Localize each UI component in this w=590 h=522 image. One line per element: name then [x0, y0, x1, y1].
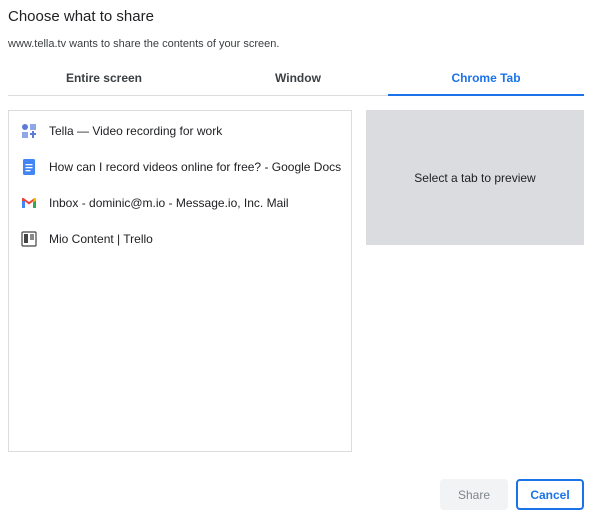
list-item[interactable]: Tella — Video recording for work: [9, 113, 351, 149]
list-item-label: How can I record videos online for free?…: [49, 160, 342, 174]
share-source-tabs: Entire screen Window Chrome Tab: [8, 62, 584, 96]
tab-preview-pane: Select a tab to preview: [366, 110, 584, 245]
tab-window[interactable]: Window: [204, 62, 392, 95]
chrome-tab-list: Tella — Video recording for work How can…: [8, 110, 352, 452]
tab-chrome-tab[interactable]: Chrome Tab: [388, 62, 584, 96]
preview-placeholder-text: Select a tab to preview: [414, 170, 536, 185]
trello-icon: [21, 231, 37, 247]
gmail-icon: [21, 195, 37, 211]
list-item-label: Tella — Video recording for work: [49, 124, 223, 138]
google-docs-icon: [21, 159, 37, 175]
share-button[interactable]: Share: [440, 479, 508, 510]
list-item[interactable]: How can I record videos online for free?…: [9, 149, 351, 185]
dialog-title: Choose what to share: [8, 8, 154, 25]
dialog-subtitle: www.tella.tv wants to share the contents…: [8, 38, 280, 50]
list-item-label: Mio Content | Trello: [49, 232, 153, 246]
list-item[interactable]: Mio Content | Trello: [9, 221, 351, 257]
tella-icon: [21, 123, 37, 139]
list-item-label: Inbox - dominic@m.io - Message.io, Inc. …: [49, 196, 289, 210]
tab-entire-screen[interactable]: Entire screen: [8, 62, 200, 95]
cancel-button[interactable]: Cancel: [516, 479, 584, 510]
list-item[interactable]: Inbox - dominic@m.io - Message.io, Inc. …: [9, 185, 351, 221]
